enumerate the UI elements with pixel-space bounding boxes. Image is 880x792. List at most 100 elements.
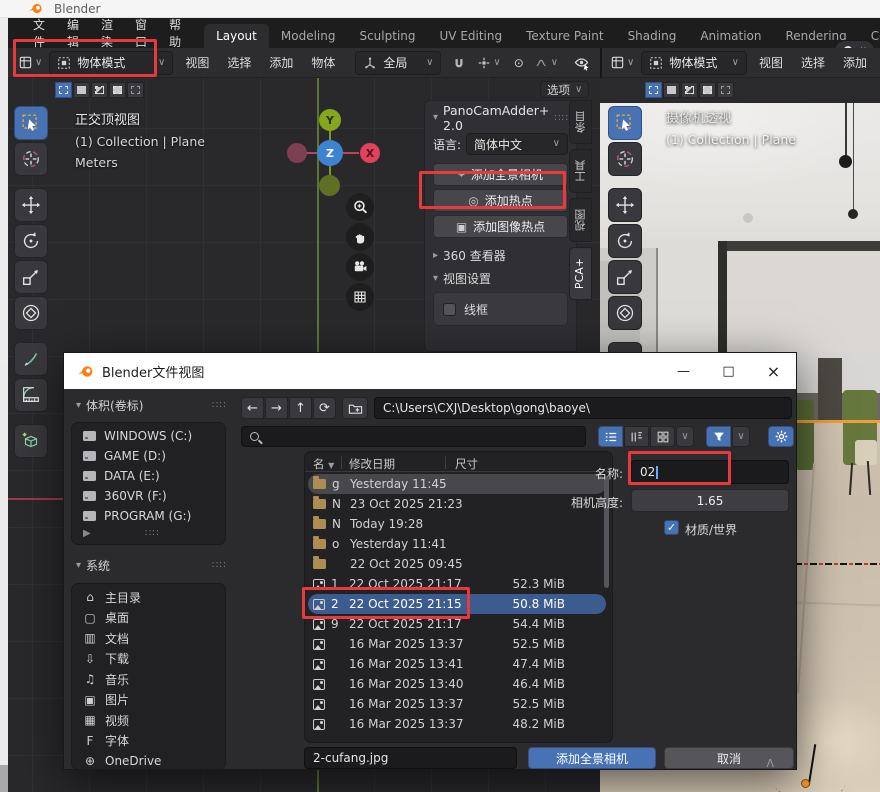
expand-arrow-icon[interactable]: ▶ bbox=[83, 528, 91, 539]
select-intersect-button[interactable] bbox=[717, 82, 734, 98]
select-set-button[interactable] bbox=[55, 82, 72, 98]
accept-button[interactable]: 添加全景相机 bbox=[528, 747, 656, 769]
view-list-button[interactable] bbox=[598, 426, 623, 447]
file-row[interactable]: N Today 19:28 bbox=[308, 514, 606, 534]
sidebar-tab[interactable]: 视图 bbox=[569, 198, 592, 242]
select-invert-button[interactable] bbox=[109, 82, 126, 98]
forward-button[interactable]: → bbox=[265, 397, 288, 419]
file-row[interactable]: 2 22 Oct 2025 21:15 50.8 MiB bbox=[308, 594, 606, 614]
move-tool[interactable] bbox=[608, 188, 642, 222]
column-date[interactable]: 修改日期 bbox=[349, 456, 395, 472]
maximize-button[interactable]: □ bbox=[706, 353, 751, 389]
workspace-tab[interactable]: Shading bbox=[616, 24, 689, 48]
file-row[interactable]: g Yesterday 11:45 bbox=[308, 474, 606, 494]
settings-button[interactable] bbox=[768, 426, 794, 447]
dialog-titlebar[interactable]: Blender文件视图 — □ × bbox=[64, 353, 796, 389]
select-extend-button[interactable] bbox=[663, 82, 680, 98]
system-item[interactable]: ⊕ OneDrive bbox=[72, 751, 225, 770]
header-menu-item[interactable]: 视图 bbox=[176, 50, 218, 75]
file-row[interactable]: 9 22 Oct 2025 21:17 54.4 MiB bbox=[308, 614, 606, 634]
panel-action-button[interactable]: ▣ 添加图像热点 bbox=[433, 215, 568, 238]
workspace-tab[interactable]: Texture Paint bbox=[514, 24, 615, 48]
options-dropdown[interactable]: 选项 ∨ bbox=[540, 81, 589, 98]
file-row[interactable]: 16 Mar 2025 13:37 52.5 MiB bbox=[308, 634, 606, 654]
filter-options-dropdown[interactable]: ∨ bbox=[732, 426, 750, 447]
column-size[interactable]: 尺寸 bbox=[455, 456, 478, 472]
volume-item[interactable]: GAME (D:) bbox=[72, 446, 225, 466]
back-button[interactable]: ← bbox=[241, 397, 264, 419]
select-box-tool[interactable] bbox=[608, 106, 642, 140]
sidebar-tab[interactable]: 工具 bbox=[569, 149, 592, 193]
gizmo-axis-x-neg[interactable] bbox=[287, 143, 307, 163]
camera-height-field[interactable]: 1.65 bbox=[631, 489, 789, 512]
system-item[interactable]: ▥ 文档 bbox=[72, 628, 225, 649]
file-row[interactable]: o Yesterday 11:41 bbox=[308, 534, 606, 554]
drag-dots-icon[interactable]: ∷∷ bbox=[145, 528, 160, 539]
zoom-button[interactable] bbox=[346, 193, 374, 221]
scale-tool[interactable] bbox=[14, 260, 48, 294]
panel-action-button[interactable]: ◎ 添加热点 bbox=[433, 189, 568, 212]
close-button[interactable]: × bbox=[751, 353, 796, 389]
sidebar-tab[interactable]: PCA+ bbox=[569, 247, 592, 300]
select-invert-button[interactable] bbox=[699, 82, 716, 98]
gizmo-axis-y[interactable]: Y bbox=[319, 109, 341, 131]
cursor-tool[interactable] bbox=[14, 142, 48, 176]
volumes-section-header[interactable]: ▾ 体积(卷标) bbox=[76, 397, 143, 414]
system-item[interactable]: ▦ 视频 bbox=[72, 710, 225, 731]
new-folder-button[interactable] bbox=[342, 397, 368, 419]
file-row[interactable]: 1 22 Oct 2025 21:17 52.3 MiB bbox=[308, 574, 606, 594]
search-input[interactable] bbox=[241, 426, 586, 447]
file-row[interactable]: 16 Mar 2025 13:37 48.2 MiB bbox=[308, 714, 606, 734]
pan-button[interactable] bbox=[346, 223, 374, 251]
panel-action-button[interactable]: ⌖ 添加全景相机 bbox=[433, 163, 568, 186]
select-box-tool[interactable] bbox=[14, 106, 48, 140]
select-extend-button[interactable] bbox=[73, 82, 90, 98]
system-section-header[interactable]: ▾ 系统 bbox=[76, 557, 110, 574]
filename-input[interactable]: 2-cufang.jpg bbox=[304, 747, 517, 769]
volume-item[interactable]: PROGRAM (G:) bbox=[72, 506, 225, 526]
filter-button[interactable] bbox=[706, 426, 731, 447]
snap-target-dropdown[interactable]: ∨ bbox=[473, 51, 504, 75]
view-detail-button[interactable] bbox=[624, 426, 649, 447]
resize-corner-icon[interactable]: ᐱ bbox=[766, 757, 774, 770]
menu-item[interactable]: 窗口 bbox=[124, 13, 158, 53]
language-dropdown[interactable]: 简体中文 ∨ bbox=[466, 133, 568, 155]
view-options-dropdown[interactable]: ∨ bbox=[676, 426, 694, 447]
editor-type-button[interactable]: ∨ bbox=[14, 51, 46, 75]
drag-dots-icon[interactable]: ∷∷ bbox=[212, 400, 227, 411]
header-menu-item[interactable]: 物体 bbox=[302, 50, 344, 75]
workspace-tab[interactable]: UV Editing bbox=[428, 24, 515, 48]
column-name[interactable]: 名 ▼ bbox=[313, 456, 334, 472]
move-tool[interactable] bbox=[14, 188, 48, 222]
header-menu-item[interactable]: 添加 bbox=[260, 50, 302, 75]
add-cube-tool[interactable] bbox=[14, 424, 48, 458]
rotate-tool[interactable] bbox=[608, 224, 642, 258]
menu-item[interactable]: 渲染 bbox=[90, 13, 124, 53]
drag-dots-icon[interactable]: ∷∷ bbox=[212, 560, 227, 571]
view-settings-section-header[interactable]: ▾ 视图设置 bbox=[433, 267, 568, 290]
select-subtract-button[interactable] bbox=[91, 82, 108, 98]
orthographic-toggle-button[interactable] bbox=[346, 283, 374, 311]
editor-type-button[interactable]: ∨ bbox=[606, 51, 638, 75]
system-item[interactable]: F 字体 bbox=[72, 731, 225, 752]
annotate-tool[interactable] bbox=[14, 342, 48, 376]
select-set-button[interactable] bbox=[645, 82, 662, 98]
menu-item[interactable]: 文件 bbox=[22, 13, 56, 53]
gizmo-axis-x[interactable]: X bbox=[360, 143, 380, 163]
cursor-tool[interactable] bbox=[608, 142, 642, 176]
file-row[interactable]: 16 Mar 2025 13:41 47.4 MiB bbox=[308, 654, 606, 674]
camera-view-button[interactable] bbox=[346, 253, 374, 281]
viewer-section-header[interactable]: ▸ 360 查看器 bbox=[433, 244, 568, 267]
file-row[interactable]: 22 Oct 2025 09:45 bbox=[308, 554, 606, 574]
file-row[interactable]: 16 Mar 2025 13:40 46.4 MiB bbox=[308, 674, 606, 694]
proportional-editing-button[interactable]: ⊙ bbox=[510, 51, 528, 75]
volume-item[interactable]: DATA (E:) bbox=[72, 466, 225, 486]
drag-dots-icon[interactable]: ∷∷ bbox=[554, 113, 569, 124]
sidebar-tab[interactable]: 条目 bbox=[569, 100, 592, 144]
gizmo-axis-z[interactable]: Z bbox=[317, 140, 343, 166]
minimize-button[interactable]: — bbox=[661, 353, 706, 389]
header-menu-item[interactable]: 添加 bbox=[834, 50, 876, 75]
workspace-tab[interactable]: Modeling bbox=[269, 24, 348, 48]
path-field[interactable]: C:\Users\CXJ\Desktop\gong\baoye\ bbox=[374, 397, 792, 419]
scale-tool[interactable] bbox=[608, 260, 642, 294]
